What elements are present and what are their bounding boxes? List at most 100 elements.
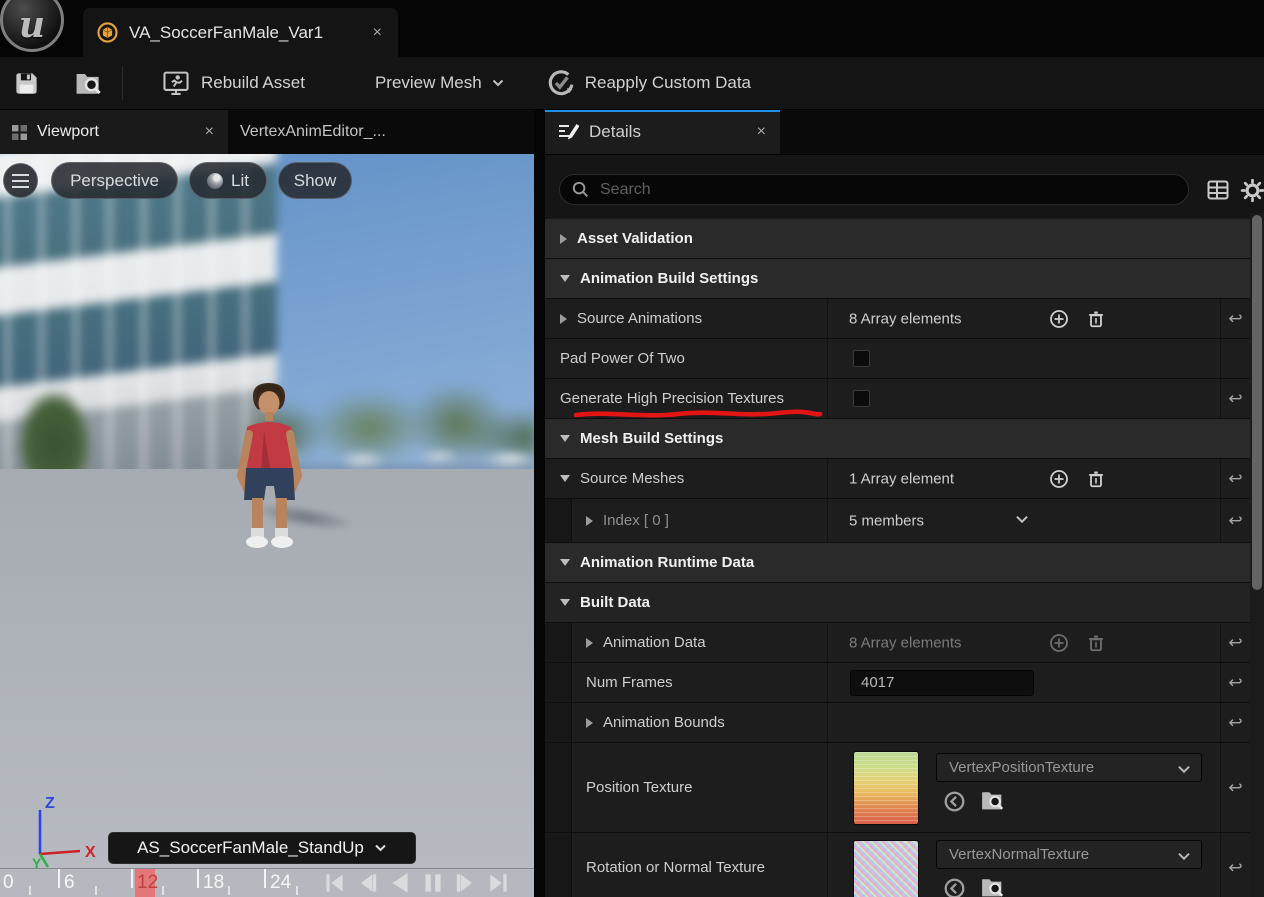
- animation-sequence-dropdown[interactable]: AS_SoccerFanMale_StandUp: [108, 832, 416, 864]
- perspective-label: Perspective: [70, 171, 159, 191]
- tab-details[interactable]: Details ×: [545, 110, 780, 154]
- expander-animation-data[interactable]: Animation Data: [545, 623, 828, 662]
- add-element-button[interactable]: [1049, 469, 1069, 489]
- preview-mesh-dropdown[interactable]: Preview Mesh: [375, 73, 504, 93]
- tab-vertexanimeditor[interactable]: VertexAnimEditor_...: [228, 110, 398, 154]
- details-scrollbar[interactable]: [1250, 213, 1264, 897]
- expander-index-0[interactable]: Index [ 0 ]: [545, 499, 828, 542]
- go-to-end-button[interactable]: [486, 870, 512, 896]
- details-search-row: [545, 155, 1264, 213]
- pause-button[interactable]: [420, 870, 446, 896]
- tick-label-0: 0: [3, 872, 14, 894]
- svg-text:Z: Z: [45, 795, 55, 812]
- expander-animation-bounds[interactable]: Animation Bounds: [545, 703, 828, 742]
- chevron-down-icon: [492, 79, 504, 87]
- reset-to-default-button[interactable]: ↩: [1228, 859, 1242, 876]
- settings-gear-icon[interactable]: [1240, 178, 1264, 203]
- position-texture-thumbnail[interactable]: [853, 751, 919, 825]
- svg-text:X: X: [85, 844, 96, 861]
- asset-tab-close-button[interactable]: ×: [371, 24, 384, 42]
- toolbar-separator: [122, 66, 123, 100]
- add-element-button[interactable]: [1049, 309, 1069, 329]
- step-forward-button[interactable]: [453, 870, 479, 896]
- reset-to-default-button[interactable]: ↩: [1228, 512, 1242, 529]
- row-animation-data: Animation Data 8 Array elements: [545, 623, 1250, 663]
- browse-to-texture-button[interactable]: [979, 788, 1006, 813]
- delete-elements-button[interactable]: [1086, 469, 1106, 489]
- reapply-custom-data-button[interactable]: Reapply Custom Data: [546, 69, 751, 98]
- category-animation-runtime-data[interactable]: Animation Runtime Data: [545, 543, 1250, 583]
- play-reverse-button[interactable]: [387, 870, 413, 896]
- reset-to-default-button[interactable]: ↩: [1228, 779, 1242, 796]
- viewport-grid-icon: [12, 125, 27, 140]
- tick-label-18: 18: [203, 872, 224, 894]
- panel-divider[interactable]: [534, 110, 545, 897]
- axis-gizmo: Z X Y: [28, 788, 108, 870]
- asset-cube-icon: [97, 22, 118, 43]
- browse-to-texture-button[interactable]: [979, 875, 1006, 897]
- reapply-icon: [546, 69, 575, 98]
- show-menu-button[interactable]: Show: [278, 162, 352, 199]
- asset-tab-title: VA_SoccerFanMale_Var1: [129, 23, 360, 43]
- expander-source-meshes[interactable]: Source Meshes: [545, 459, 828, 498]
- lit-mode-button[interactable]: Lit: [189, 162, 267, 199]
- viewport-panel: Viewport × VertexAnimEditor_...: [0, 110, 534, 897]
- reset-to-default-button[interactable]: ↩: [1228, 634, 1242, 651]
- details-tabstrip: Details ×: [545, 110, 1264, 154]
- row-position-texture: Position Texture VertexPositionTexture: [545, 743, 1250, 833]
- chevron-down-icon: [374, 844, 387, 852]
- row-animation-bounds: Animation Bounds ↩: [545, 703, 1250, 743]
- reset-to-default-button[interactable]: ↩: [1228, 390, 1242, 407]
- character-3d-model: [222, 382, 317, 550]
- row-source-meshes: Source Meshes 1 Array element: [545, 459, 1250, 499]
- details-panel: Details ×: [545, 110, 1264, 897]
- browse-to-asset-button[interactable]: [73, 69, 104, 98]
- lit-sphere-icon: [207, 173, 223, 189]
- step-back-button[interactable]: [354, 870, 380, 896]
- category-animation-build-settings[interactable]: Animation Build Settings: [545, 259, 1250, 299]
- viewport-options-menu-button[interactable]: [3, 163, 38, 198]
- num-frames-input[interactable]: 4017: [850, 670, 1034, 696]
- reapply-custom-data-label: Reapply Custom Data: [585, 73, 751, 93]
- perspective-button[interactable]: Perspective: [51, 162, 178, 199]
- reset-to-default-button[interactable]: ↩: [1228, 674, 1242, 691]
- go-to-start-button[interactable]: [321, 870, 347, 896]
- unreal-engine-logo-icon: u: [0, 0, 64, 52]
- timeline-ruler[interactable]: 0 6 12 18 24: [0, 868, 534, 897]
- chevron-down-icon: [1177, 765, 1191, 774]
- delete-elements-button[interactable]: [1086, 309, 1106, 329]
- asset-editor-tab[interactable]: VA_SoccerFanMale_Var1 ×: [83, 8, 398, 57]
- use-selected-asset-button[interactable]: [943, 790, 966, 813]
- reset-to-default-button[interactable]: ↩: [1228, 714, 1242, 731]
- category-mesh-build-settings[interactable]: Mesh Build Settings: [545, 419, 1250, 459]
- tab-viewport-close-button[interactable]: ×: [203, 123, 216, 141]
- tab-viewport[interactable]: Viewport ×: [0, 110, 228, 154]
- use-selected-asset-button[interactable]: [943, 877, 966, 897]
- scrollbar-thumb[interactable]: [1252, 215, 1262, 590]
- search-field[interactable]: [559, 174, 1189, 205]
- unreal-editor-window: u VA_SoccerFanMale_Var1 ×: [0, 0, 1264, 897]
- chevron-down-icon[interactable]: [1015, 515, 1029, 524]
- generate-high-precision-checkbox[interactable]: [853, 390, 870, 407]
- category-built-data[interactable]: Built Data: [545, 583, 1250, 623]
- save-button[interactable]: [13, 70, 40, 97]
- search-input[interactable]: [598, 180, 1176, 200]
- category-asset-validation[interactable]: Asset Validation: [545, 219, 1250, 259]
- row-source-animations: Source Animations 8 Array elements: [545, 299, 1250, 339]
- 3d-viewport[interactable]: Perspective Lit Show Z X Y AS_SoccerFanM…: [0, 154, 534, 897]
- tab-details-close-button[interactable]: ×: [755, 123, 768, 141]
- index-0-members: 5 members: [849, 512, 924, 529]
- pad-power-of-two-checkbox[interactable]: [853, 350, 870, 367]
- normal-texture-dropdown[interactable]: VertexNormalTexture: [936, 840, 1202, 869]
- reset-to-default-button[interactable]: ↩: [1228, 310, 1242, 327]
- row-generate-high-precision-textures: Generate High Precision Textures ↩: [545, 379, 1250, 419]
- normal-texture-thumbnail[interactable]: [853, 840, 919, 897]
- row-num-frames: Num Frames 4017 ↩: [545, 663, 1250, 703]
- reset-to-default-button[interactable]: ↩: [1228, 470, 1242, 487]
- position-texture-dropdown[interactable]: VertexPositionTexture: [936, 753, 1202, 782]
- lit-label: Lit: [231, 171, 249, 191]
- source-meshes-count: 1 Array element: [849, 470, 954, 487]
- rebuild-asset-button[interactable]: Rebuild Asset: [161, 69, 305, 97]
- display-filter-icon[interactable]: [1206, 178, 1230, 202]
- expander-source-animations[interactable]: Source Animations: [545, 299, 828, 338]
